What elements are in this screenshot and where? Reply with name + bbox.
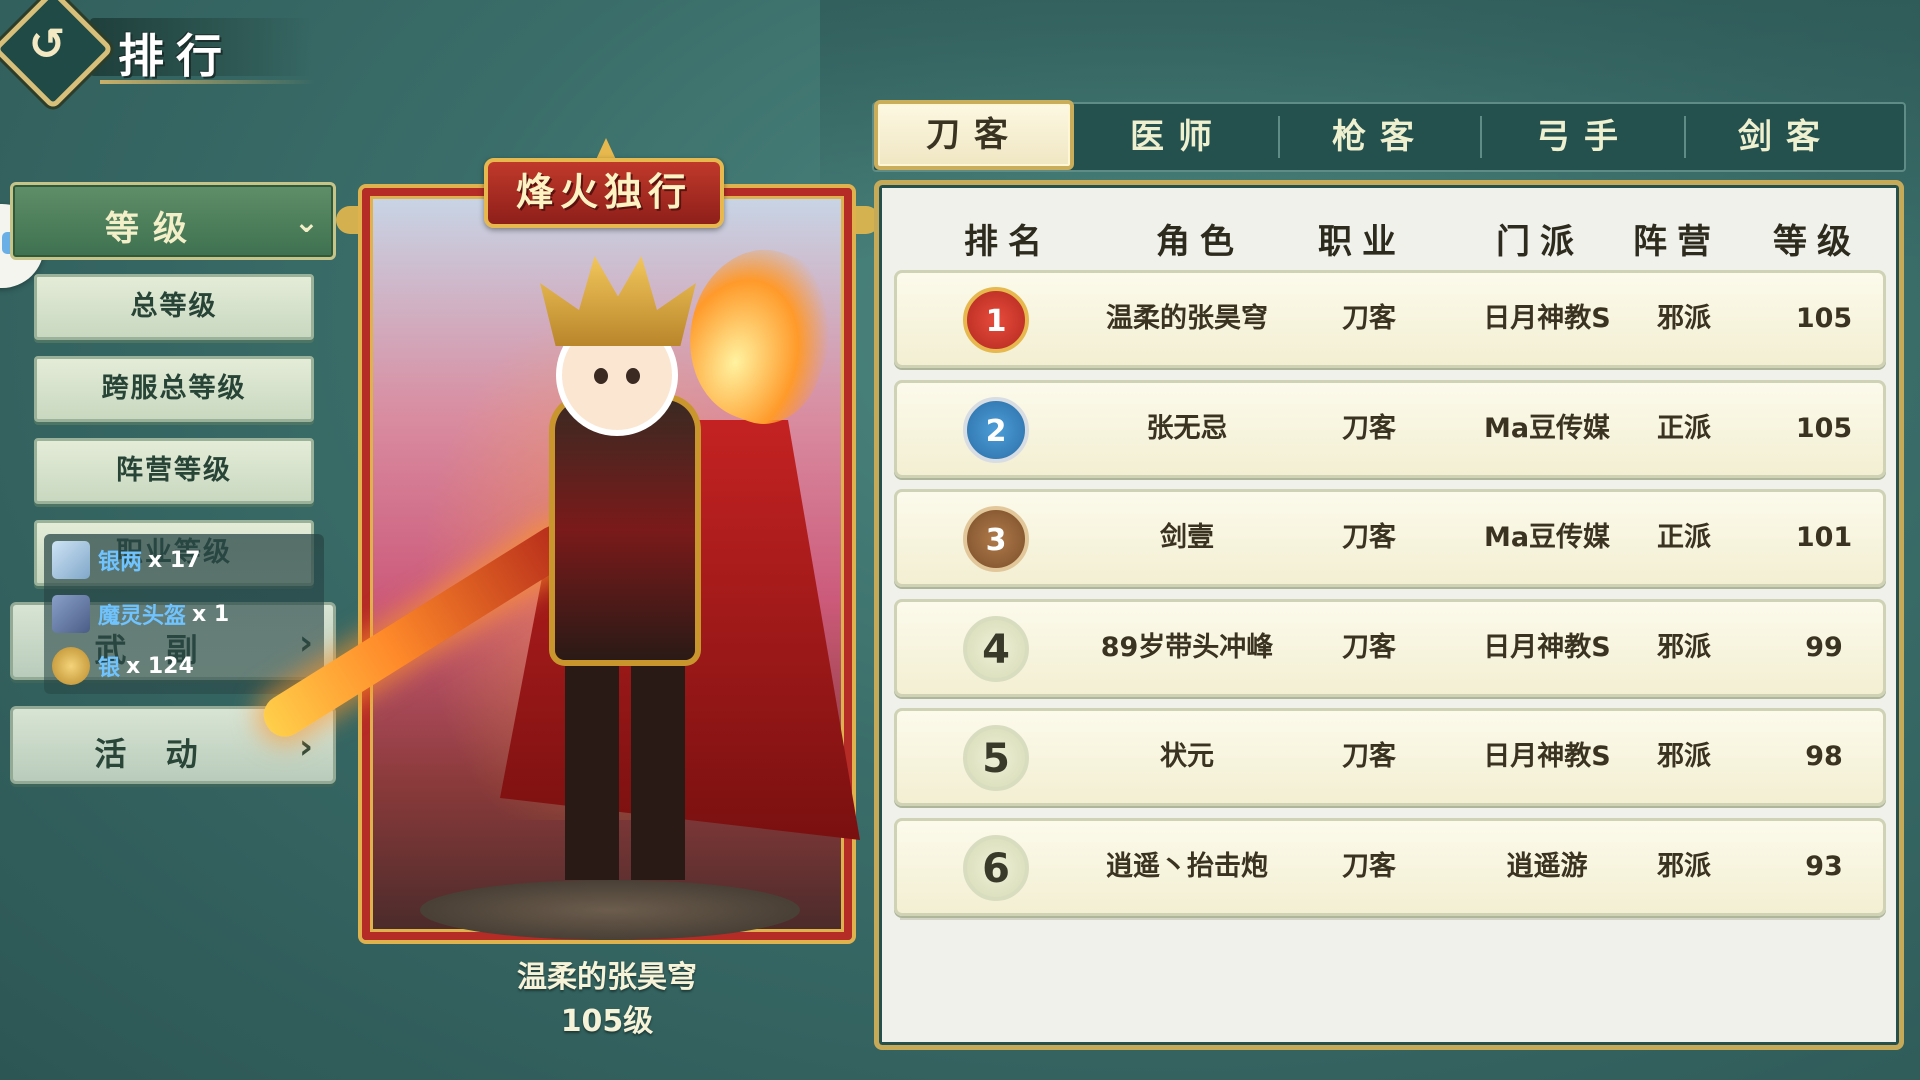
table-row[interactable]: 3 剑壹 刀客 Ma豆传媒 正派 101 (894, 489, 1886, 587)
character-pedestal (420, 880, 800, 940)
cell-level: 93 (1805, 850, 1843, 882)
menu-item-label: 阵营等级 (116, 455, 232, 486)
title-banner: 烽火独行 (484, 158, 724, 228)
character-legs (565, 650, 685, 880)
table-header: 排名 角色 职业 门派 阵营 等级 (890, 196, 1888, 266)
page-title: 排行 (118, 29, 234, 83)
menu-item-label: 跨服总等级 (101, 373, 247, 404)
tab-sword[interactable]: 剑客 (1686, 104, 1886, 170)
class-tabs: 刀客 医师 枪客 弓手 剑客 (872, 100, 1906, 172)
cell-camp: 邪派 (1657, 303, 1711, 334)
reward-item: 银 x 124 (52, 646, 194, 686)
cell-level: 98 (1805, 741, 1843, 772)
tab-label: 枪客 (1332, 117, 1428, 157)
header-level: 等级 (1773, 222, 1861, 262)
menu-section-level[interactable]: 等级 ⌄ (10, 182, 336, 260)
cell-sect: 日月神教S (1483, 741, 1611, 772)
cell-camp: 正派 (1657, 412, 1711, 444)
cell-camp: 邪派 (1657, 631, 1711, 663)
reward-popup: 银两 x 17 魔灵头盔 x 1 银 x 124 (44, 534, 324, 694)
cell-role: 89岁带头冲峰 (1100, 631, 1274, 663)
header-rank: 排名 (964, 222, 1052, 262)
menu-item-label: 总等级 (130, 291, 218, 322)
reward-name: 银 (98, 656, 121, 681)
cell-sect: 日月神教S (1483, 631, 1611, 663)
cell-role: 剑壹 (1160, 522, 1214, 553)
header-camp: 阵营 (1633, 222, 1721, 262)
cell-sect: 逍遥游 (1506, 850, 1588, 882)
table-row[interactable]: 4 89岁带头冲峰 刀客 日月神教S 邪派 99 (894, 598, 1886, 697)
cell-level: 101 (1795, 522, 1853, 553)
cell-camp: 邪派 (1657, 850, 1711, 882)
cell-role: 张无忌 (1146, 412, 1228, 444)
rank-medal-icon: 1 (963, 287, 1029, 353)
table-row[interactable]: 1 温柔的张昊穹 刀客 日月神教S 邪派 105 (894, 270, 1886, 368)
title-banner-text: 烽火独行 (515, 169, 692, 214)
rank-medal-icon: 2 (963, 396, 1029, 463)
tab-archer[interactable]: 弓手 (1484, 104, 1684, 170)
chevron-right-icon: › (298, 727, 313, 767)
reward-count: x 1 (192, 601, 230, 627)
header-job: 职业 (1318, 222, 1406, 262)
cell-level: 105 (1795, 412, 1853, 444)
menu-section-label: 等级 (105, 209, 201, 249)
silver-ingot-icon (52, 541, 90, 579)
menu-item-camp-level[interactable]: 阵营等级 (34, 438, 314, 504)
table-row[interactable]: 6 逍遥丶抬击炮 刀客 逍遥游 邪派 93 (894, 817, 1886, 916)
cell-camp: 邪派 (1657, 741, 1711, 772)
tab-spear[interactable]: 枪客 (1280, 104, 1480, 170)
tab-blade[interactable]: 刀客 (874, 100, 1074, 170)
rank-badge: 5 (963, 725, 1029, 791)
reward-name: 银两 (98, 550, 143, 575)
cell-role: 温柔的张昊穹 (1106, 303, 1268, 334)
panel-divider (900, 918, 1880, 920)
header-role: 角色 (1156, 222, 1244, 262)
menu-item-cross-server-level[interactable]: 跨服总等级 (34, 356, 314, 422)
cell-camp: 正派 (1657, 522, 1711, 553)
menu-category-label: 活 动 (94, 735, 212, 773)
tab-healer[interactable]: 医师 (1078, 104, 1278, 170)
tab-label: 刀客 (926, 115, 1022, 155)
cell-role: 状元 (1160, 741, 1214, 772)
page-header: ↺ 排行 (0, 0, 320, 110)
cell-job: 刀客 (1342, 850, 1396, 882)
cell-job: 刀客 (1342, 303, 1396, 334)
coin-icon (52, 647, 90, 685)
chevron-down-icon: ⌄ (293, 205, 319, 240)
rank-badge: 6 (963, 834, 1029, 901)
reward-item: 魔灵头盔 x 1 (52, 594, 229, 634)
cell-job: 刀客 (1342, 522, 1396, 553)
character-level: 105级 (560, 1004, 654, 1039)
cell-role: 逍遥丶抬击炮 (1106, 850, 1268, 882)
cell-sect: Ma豆传媒 (1483, 412, 1611, 444)
cell-sect: 日月神教S (1483, 303, 1611, 334)
character-armor (555, 400, 695, 660)
reward-count: x 124 (126, 653, 194, 679)
tab-label: 弓手 (1536, 117, 1632, 157)
cell-job: 刀客 (1342, 741, 1396, 772)
character-eye (594, 368, 608, 384)
header-sect: 门派 (1496, 222, 1584, 262)
tab-label: 医师 (1130, 117, 1226, 157)
rank-medal-icon: 3 (963, 506, 1029, 572)
menu-item-total-level[interactable]: 总等级 (34, 274, 314, 340)
cell-job: 刀客 (1342, 412, 1396, 444)
character-eye (626, 368, 640, 384)
tab-divider (1480, 116, 1482, 158)
back-arrow-icon: ↺ (28, 19, 66, 70)
cell-job: 刀客 (1342, 631, 1396, 663)
table-row[interactable]: 2 张无忌 刀客 Ma豆传媒 正派 105 (894, 379, 1886, 478)
helmet-icon (52, 595, 90, 633)
rank-badge: 4 (963, 615, 1029, 682)
table-row[interactable]: 5 状元 刀客 日月神教S 邪派 98 (894, 708, 1886, 806)
cell-level: 99 (1805, 631, 1843, 663)
cell-level: 105 (1795, 303, 1853, 334)
reward-count: x 17 (148, 547, 201, 573)
character-name: 温柔的张昊穹 (517, 960, 697, 995)
cell-sect: Ma豆传媒 (1483, 522, 1611, 553)
reward-name: 魔灵头盔 (98, 604, 187, 629)
tab-label: 剑客 (1738, 117, 1834, 157)
title-underline (100, 80, 315, 84)
reward-item: 银两 x 17 (52, 540, 200, 580)
